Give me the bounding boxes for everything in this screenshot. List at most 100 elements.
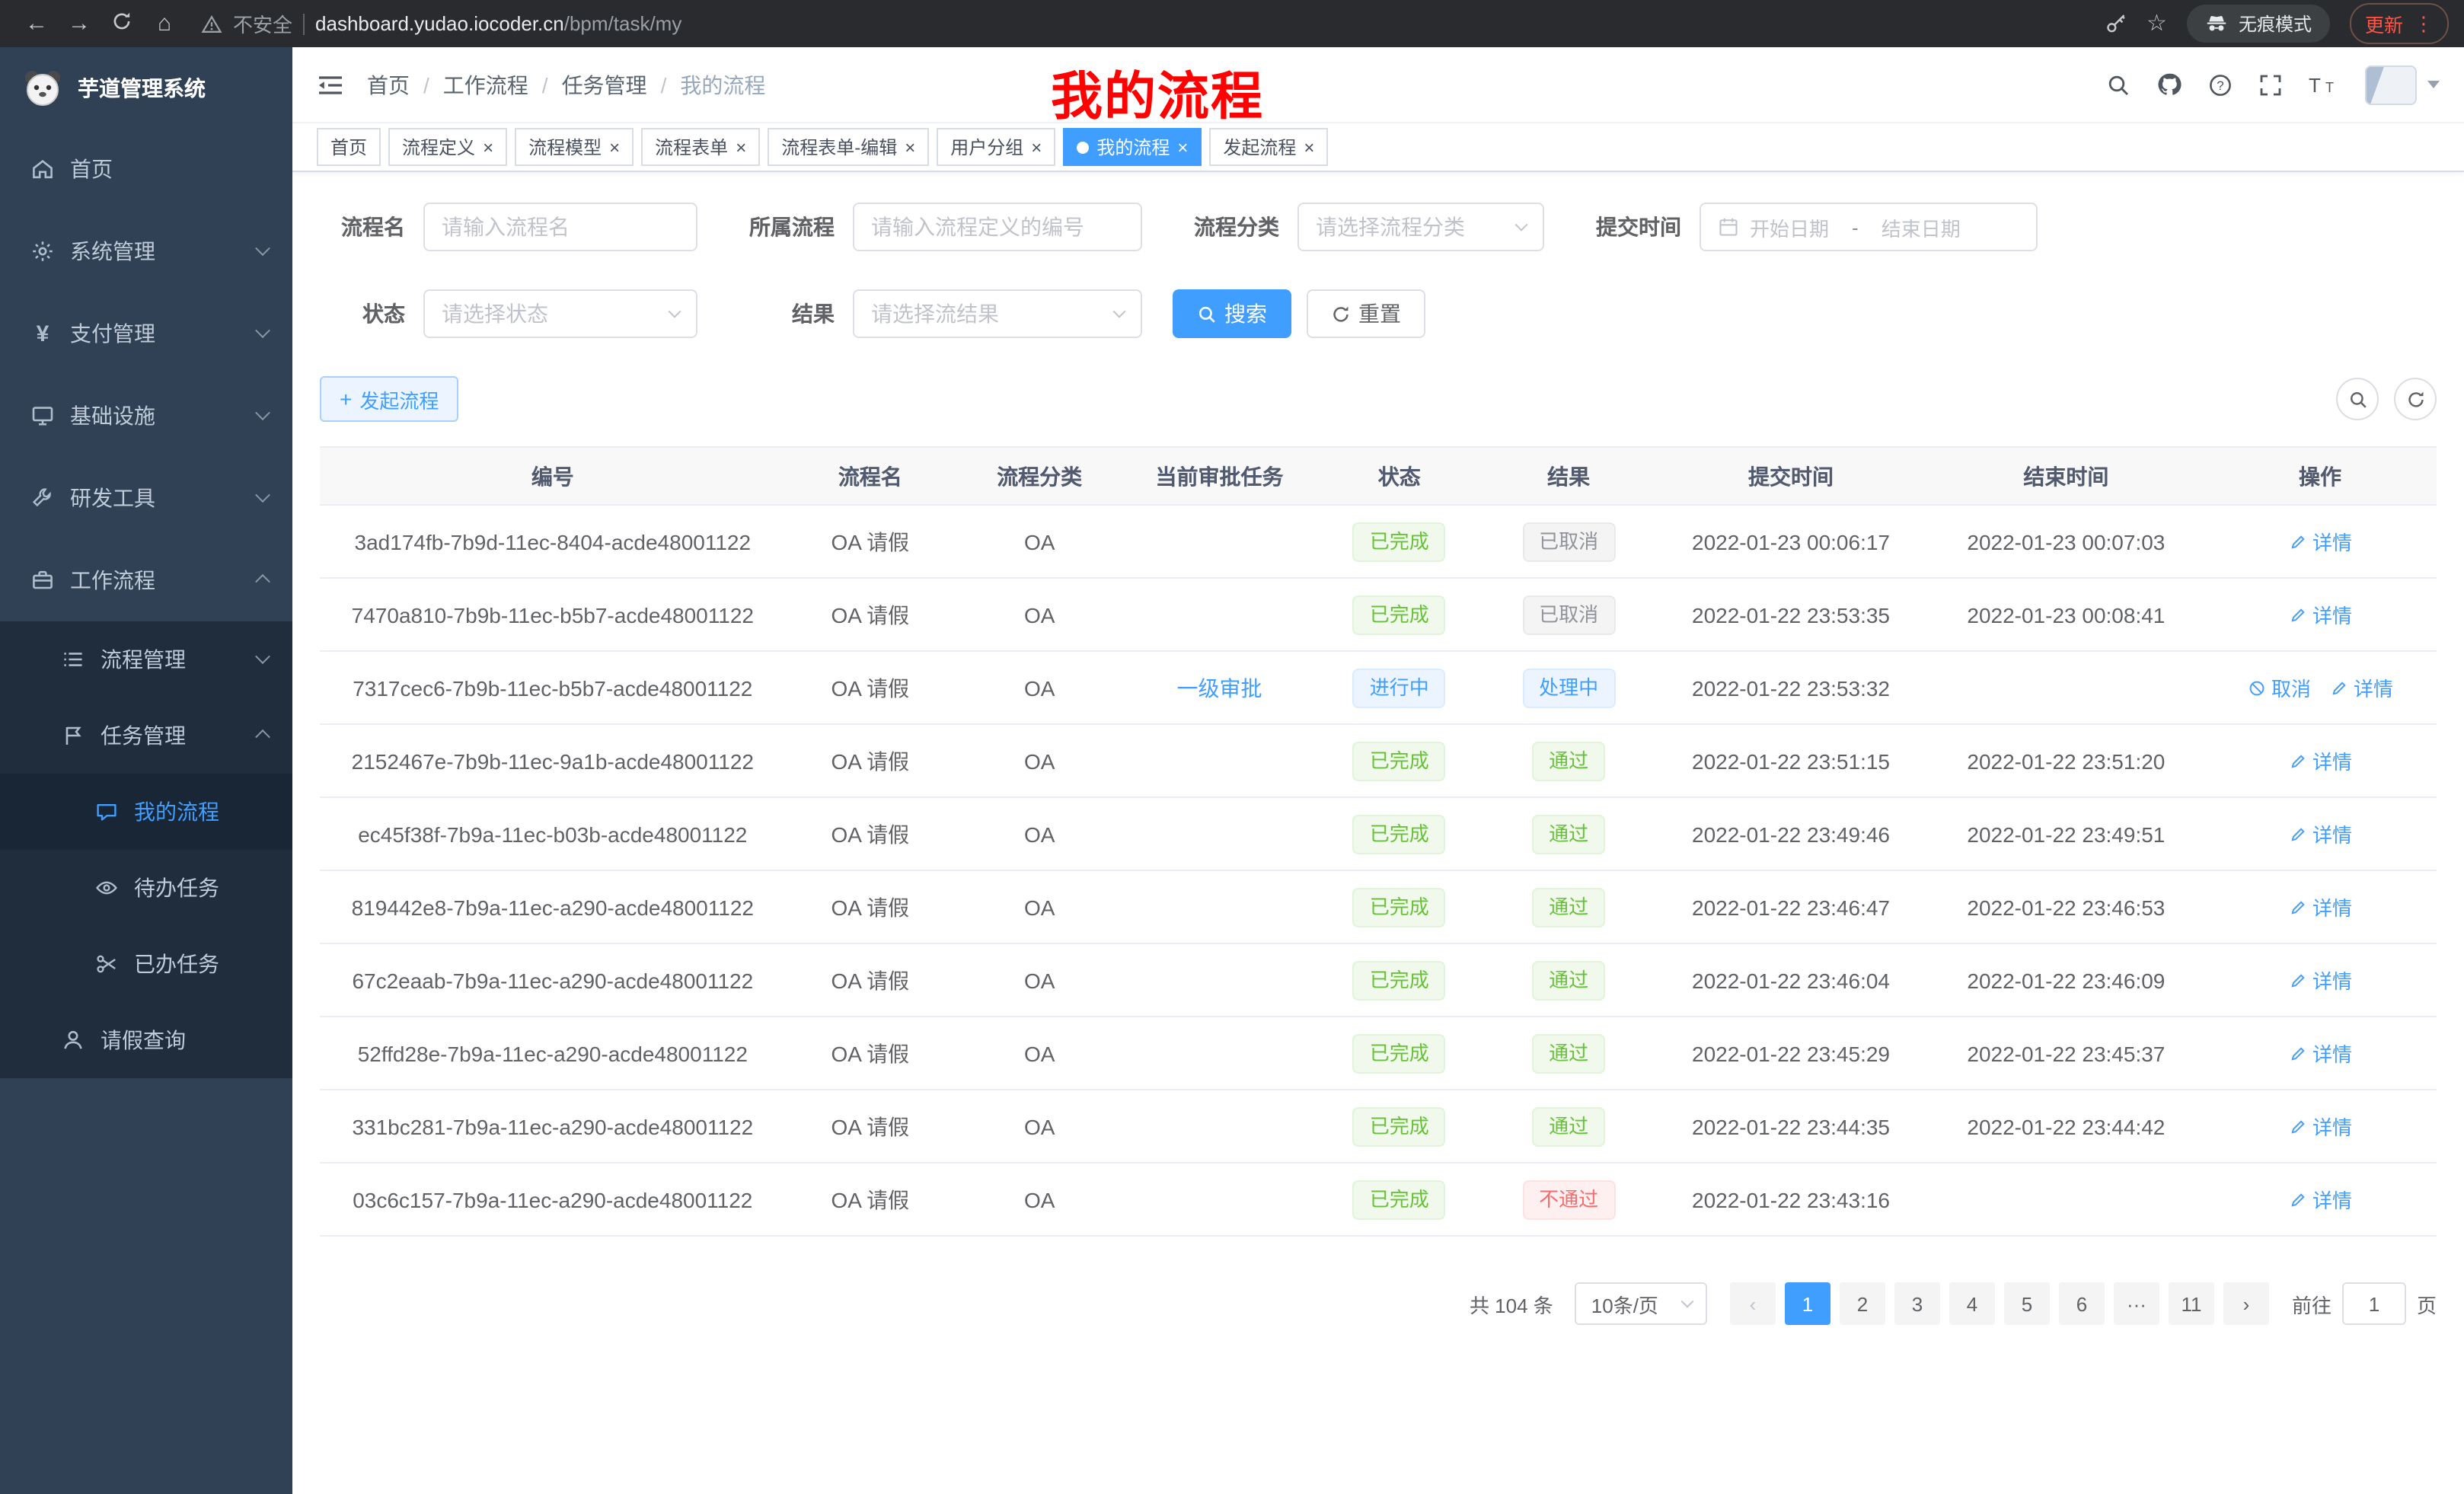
refresh-table-button[interactable] (2394, 378, 2437, 420)
process-definition-input[interactable] (853, 203, 1142, 251)
detail-link[interactable]: 详情 (2329, 673, 2393, 702)
process-name: OA 请假 (786, 578, 955, 651)
detail-link[interactable]: 详情 (2288, 892, 2352, 921)
tab-process-form-edit[interactable]: 流程表单-编辑 × (768, 128, 929, 166)
next-page-button[interactable]: › (2223, 1282, 2269, 1325)
page-button-4[interactable]: 4 (1949, 1282, 1995, 1325)
chevron-down-icon (1680, 1295, 1693, 1308)
close-icon[interactable]: × (483, 138, 493, 156)
close-icon[interactable]: × (1304, 138, 1314, 156)
breadcrumb-task-mgmt[interactable]: 任务管理 (562, 69, 647, 100)
more-pages-button[interactable]: ··· (2114, 1282, 2159, 1325)
tab-my-process[interactable]: 我的流程 × (1063, 128, 1202, 166)
sidebar-item-leave-query[interactable]: 请假查询 (0, 1002, 292, 1078)
process-name-input[interactable] (423, 203, 697, 251)
forward-icon[interactable]: → (58, 12, 101, 35)
close-icon[interactable]: × (905, 138, 915, 156)
detail-link[interactable]: 详情 (2288, 966, 2352, 994)
sidebar-item-devtools[interactable]: 研发工具 (0, 457, 292, 539)
tab-initiate-process[interactable]: 发起流程 × (1209, 128, 1328, 166)
page-button-11[interactable]: 11 (2169, 1282, 2214, 1325)
sidebar-item-todo-tasks[interactable]: 待办任务 (0, 850, 292, 926)
back-icon[interactable]: ← (15, 12, 58, 35)
tab-process-form[interactable]: 流程表单 × (641, 128, 760, 166)
goto-page-input[interactable] (2342, 1282, 2406, 1325)
avatar[interactable] (2365, 65, 2417, 104)
bookmark-star-icon[interactable]: ☆ (2146, 12, 2167, 35)
tab-home[interactable]: 首页 (317, 128, 381, 166)
detail-link[interactable]: 详情 (2288, 527, 2352, 556)
reset-button[interactable]: 重置 (1307, 289, 1425, 338)
sidebar-item-payment[interactable]: ¥ 支付管理 (0, 292, 292, 375)
sidebar-item-my-process[interactable]: 我的流程 (0, 774, 292, 850)
page-button-5[interactable]: 5 (2004, 1282, 2050, 1325)
filter-category: 流程分类 请选择流程分类 (1173, 203, 1544, 251)
tab-process-definition[interactable]: 流程定义 × (388, 128, 507, 166)
help-icon[interactable]: ? (2208, 72, 2233, 97)
end-date-placeholder[interactable]: 结束日期 (1882, 212, 1961, 241)
detail-link[interactable]: 详情 (2288, 600, 2352, 629)
prev-page-button[interactable]: ‹ (1730, 1282, 1776, 1325)
search-icon[interactable] (2106, 72, 2130, 97)
fullscreen-icon[interactable] (2258, 72, 2283, 97)
sidebar-item-infrastructure[interactable]: 基础设施 (0, 375, 292, 457)
sidebar-item-done-tasks[interactable]: 已办任务 (0, 926, 292, 1002)
page-button-2[interactable]: 2 (1840, 1282, 1885, 1325)
key-icon[interactable] (2104, 12, 2127, 35)
update-button[interactable]: 更新 ⋮ (2350, 3, 2449, 44)
search-button[interactable]: 搜索 (1173, 289, 1291, 338)
sidebar-item-system[interactable]: 系统管理 (0, 210, 292, 292)
chevron-down-icon (2427, 81, 2440, 88)
end-time: 2022-01-22 23:49:51 (1929, 797, 2204, 870)
create-process-button[interactable]: + 发起流程 (320, 376, 458, 422)
sidebar-item-home[interactable]: 首页 (0, 128, 292, 210)
cancel-link[interactable]: 取消 (2247, 673, 2311, 702)
close-icon[interactable]: × (609, 138, 620, 156)
process-name: OA 请假 (786, 797, 955, 870)
breadcrumb-workflow[interactable]: 工作流程 (443, 69, 528, 100)
select-placeholder: 请选择流程分类 (1316, 212, 1465, 242)
app-logo[interactable]: 芋道管理系统 (0, 47, 292, 128)
page-button-1[interactable]: 1 (1785, 1282, 1830, 1325)
close-icon[interactable]: × (736, 138, 746, 156)
table-row: 7317cec6-7b9b-11ec-b5b7-acde48001122 OA … (320, 651, 2437, 724)
detail-link[interactable]: 详情 (2288, 746, 2352, 775)
user-menu[interactable] (2365, 65, 2440, 104)
page-button-6[interactable]: 6 (2059, 1282, 2105, 1325)
sidebar-item-process-mgmt[interactable]: 流程管理 (0, 621, 292, 698)
breadcrumb-separator: / (410, 72, 443, 97)
address-bar[interactable]: 不安全 dashboard.yudao.iocoder.cn/bpm/task/… (201, 9, 681, 38)
breadcrumb-home[interactable]: 首页 (367, 69, 410, 100)
tab-user-group[interactable]: 用户分组 × (937, 128, 1055, 166)
filter-process-name: 流程名 (320, 203, 697, 251)
workflow-submenu: 流程管理 任务管理 我的流程 (0, 621, 292, 1078)
font-size-icon[interactable]: TT (2309, 72, 2339, 97)
category-select[interactable]: 请选择流程分类 (1297, 203, 1544, 251)
sidebar-item-workflow[interactable]: 工作流程 (0, 539, 292, 621)
reload-icon[interactable] (101, 11, 143, 37)
tab-process-model[interactable]: 流程模型 × (515, 128, 634, 166)
eye-icon (94, 876, 119, 900)
detail-link[interactable]: 详情 (2288, 819, 2352, 848)
close-icon[interactable]: × (1177, 138, 1188, 156)
date-range-picker[interactable]: 开始日期 - 结束日期 (1700, 203, 2038, 251)
detail-link[interactable]: 详情 (2288, 1112, 2352, 1141)
hamburger-icon[interactable] (317, 72, 344, 97)
cancel-icon (2247, 678, 2265, 697)
toggle-search-button[interactable] (2336, 378, 2379, 420)
url-text: dashboard.yudao.iocoder.cn/bpm/task/my (315, 12, 681, 35)
warning-icon (201, 13, 222, 34)
browser-menu-icon[interactable]: ⋮ (2414, 11, 2434, 36)
detail-link[interactable]: 详情 (2288, 1039, 2352, 1068)
result-select[interactable]: 请选择流结果 (853, 289, 1142, 338)
home-icon[interactable]: ⌂ (143, 12, 186, 35)
page-size-select[interactable]: 10条/页 (1575, 1282, 1707, 1325)
status-select[interactable]: 请选择状态 (423, 289, 697, 338)
github-icon[interactable] (2156, 72, 2182, 97)
start-date-placeholder[interactable]: 开始日期 (1750, 212, 1829, 241)
detail-link[interactable]: 详情 (2288, 1185, 2352, 1214)
page-button-3[interactable]: 3 (1894, 1282, 1940, 1325)
current-task[interactable]: 一级审批 (1176, 675, 1262, 700)
sidebar-item-task-mgmt[interactable]: 任务管理 (0, 698, 292, 774)
close-icon[interactable]: × (1031, 138, 1042, 156)
